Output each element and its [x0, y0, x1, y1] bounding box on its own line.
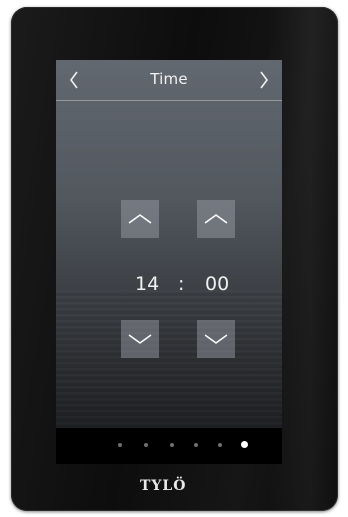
touch-screen: Time — [56, 60, 282, 464]
next-page-button[interactable] — [250, 66, 278, 94]
chevron-down-icon — [204, 334, 228, 344]
chevron-right-icon — [260, 71, 268, 89]
screen-header: Time — [56, 60, 282, 101]
page-dot[interactable] — [118, 443, 122, 447]
background-water — [56, 290, 282, 430]
chevron-down-icon — [128, 334, 152, 344]
page-title: Time — [150, 70, 188, 88]
minutes-decrease-button[interactable] — [197, 320, 235, 358]
page-dot[interactable] — [170, 443, 174, 447]
time-separator: : — [178, 273, 185, 295]
page-dot[interactable] — [194, 443, 198, 447]
hours-increase-button[interactable] — [121, 200, 159, 238]
hours-decrease-button[interactable] — [121, 320, 159, 358]
tylo-logo: TYLÖ — [140, 478, 187, 494]
chevron-up-icon — [128, 214, 152, 224]
hours-value: 14 — [135, 273, 160, 295]
minutes-value: 00 — [205, 273, 230, 295]
chevron-up-icon — [204, 214, 228, 224]
minutes-increase-button[interactable] — [197, 200, 235, 238]
page-dot-active[interactable] — [241, 441, 248, 448]
page-dot[interactable] — [218, 443, 222, 447]
page-dot[interactable] — [144, 443, 148, 447]
page-indicator — [56, 428, 282, 464]
